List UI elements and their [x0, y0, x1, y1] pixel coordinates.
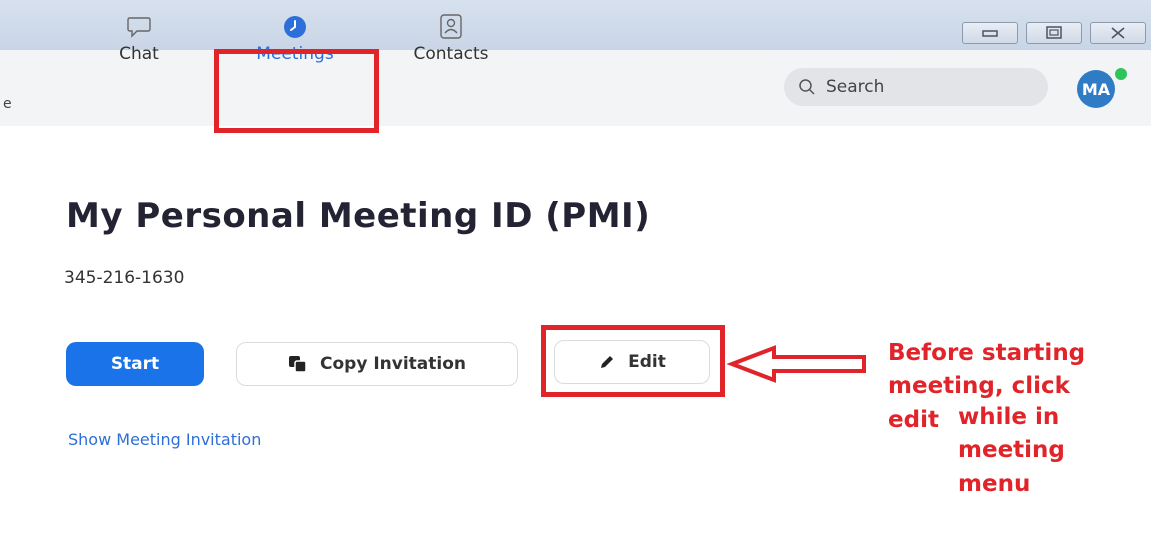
- close-button[interactable]: [1090, 22, 1146, 44]
- tab-chat-label: Chat: [119, 44, 159, 64]
- presence-status-icon: [1113, 66, 1129, 82]
- meeting-id-value: 345-216-1630: [64, 268, 185, 288]
- search-input[interactable]: Search: [784, 68, 1048, 106]
- annotation-line-4: meeting: [958, 437, 1065, 463]
- annotation-line-3a: edit: [888, 407, 939, 433]
- maximize-icon: [1046, 26, 1062, 39]
- avatar[interactable]: MA: [1077, 70, 1115, 108]
- tab-contacts-label: Contacts: [413, 44, 489, 64]
- clock-icon: [284, 16, 306, 38]
- annotation-line-3b: while in: [958, 404, 1060, 430]
- tab-chat[interactable]: Chat: [84, 14, 194, 64]
- edit-button-highlight-box: [541, 325, 725, 397]
- annotation-line-2: meeting, click: [888, 373, 1070, 399]
- annotation-line-1: Before starting: [888, 340, 1086, 366]
- search-placeholder: Search: [826, 77, 885, 97]
- copy-invitation-button[interactable]: Copy Invitation: [236, 342, 518, 386]
- search-icon: [799, 79, 815, 95]
- chat-icon: [127, 17, 151, 38]
- minimize-button[interactable]: [962, 22, 1018, 44]
- meetings-tab-highlight-box: [214, 49, 379, 133]
- contacts-icon: [440, 14, 462, 39]
- cut-off-nav-label: e: [3, 96, 12, 112]
- copy-invitation-label: Copy Invitation: [320, 354, 466, 374]
- close-icon: [1111, 27, 1125, 39]
- page-title: My Personal Meeting ID (PMI): [66, 196, 651, 236]
- copy-icon: [289, 356, 307, 373]
- tab-contacts[interactable]: Contacts: [396, 14, 506, 64]
- start-button[interactable]: Start: [66, 342, 204, 386]
- show-meeting-invitation-link[interactable]: Show Meeting Invitation: [68, 430, 261, 449]
- minimize-icon: [982, 30, 998, 37]
- annotation-line-5: menu: [958, 471, 1031, 497]
- annotation-arrow-icon: [726, 345, 866, 383]
- maximize-button[interactable]: [1026, 22, 1082, 44]
